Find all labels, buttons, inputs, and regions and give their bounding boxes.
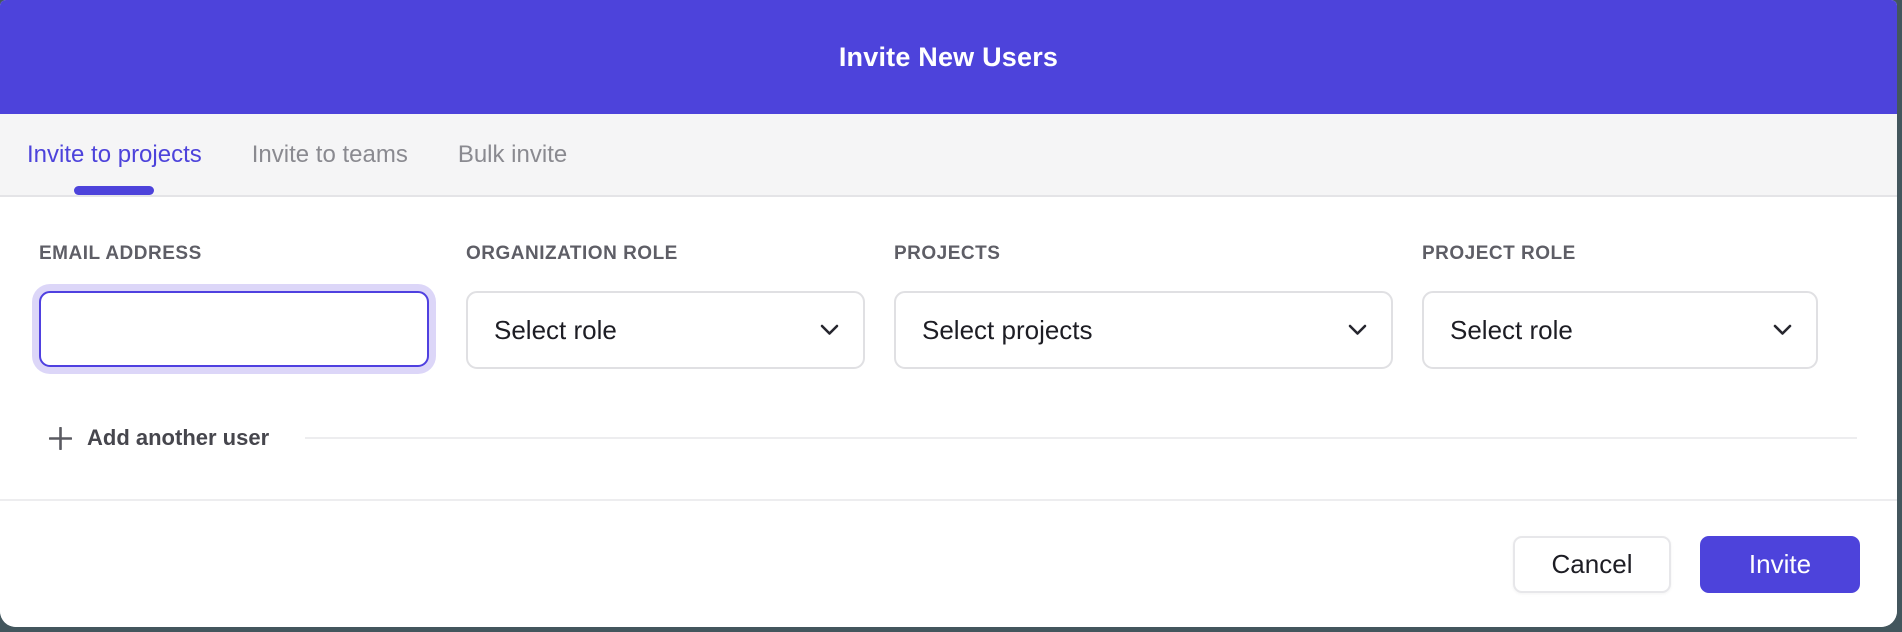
select-value: Select role [494, 315, 617, 346]
project-role-field: PROJECT ROLE Select role [1422, 243, 1818, 369]
chevron-down-icon [1773, 324, 1792, 336]
invite-new-users-modal: Invite New Users Invite to projects Invi… [0, 0, 1897, 627]
project-role-label: PROJECT ROLE [1422, 243, 1818, 265]
projects-select[interactable]: Select projects [894, 291, 1393, 369]
select-value: Select projects [922, 315, 1093, 346]
modal-body: EMAIL ADDRESS ORGANIZATION ROLE Select r… [0, 197, 1897, 499]
chevron-down-icon [820, 324, 839, 336]
divider-line [305, 437, 1857, 439]
tab-label: Bulk invite [458, 141, 567, 169]
tab-label: Invite to projects [27, 141, 202, 169]
add-another-user-label: Add another user [87, 425, 269, 451]
tab-label: Invite to teams [252, 141, 408, 169]
modal-header: Invite New Users [0, 0, 1897, 114]
cancel-button[interactable]: Cancel [1513, 536, 1671, 593]
add-user-row: Add another user [39, 425, 1857, 451]
projects-label: PROJECTS [894, 243, 1393, 265]
tab-bar: Invite to projects Invite to teams Bulk … [0, 114, 1897, 197]
modal-title: Invite New Users [839, 42, 1058, 73]
active-tab-indicator [74, 186, 154, 195]
organization-role-field: ORGANIZATION ROLE Select role [466, 243, 865, 369]
tab-invite-to-teams[interactable]: Invite to teams [252, 114, 408, 195]
projects-field: PROJECTS Select projects [894, 243, 1393, 369]
email-address-label: EMAIL ADDRESS [39, 243, 437, 265]
chevron-down-icon [1348, 324, 1367, 336]
invite-button[interactable]: Invite [1700, 536, 1860, 593]
select-value: Select role [1450, 315, 1573, 346]
project-role-select[interactable]: Select role [1422, 291, 1818, 369]
add-another-user-button[interactable]: Add another user [39, 425, 269, 451]
organization-role-label: ORGANIZATION ROLE [466, 243, 865, 265]
tab-bulk-invite[interactable]: Bulk invite [458, 114, 567, 195]
invite-fields-row: EMAIL ADDRESS ORGANIZATION ROLE Select r… [39, 243, 1857, 369]
modal-footer: Cancel Invite [0, 499, 1897, 627]
tab-invite-to-projects[interactable]: Invite to projects [27, 114, 202, 195]
email-address-input[interactable] [39, 291, 429, 367]
plus-icon [49, 427, 72, 450]
email-address-field: EMAIL ADDRESS [39, 243, 437, 369]
organization-role-select[interactable]: Select role [466, 291, 865, 369]
